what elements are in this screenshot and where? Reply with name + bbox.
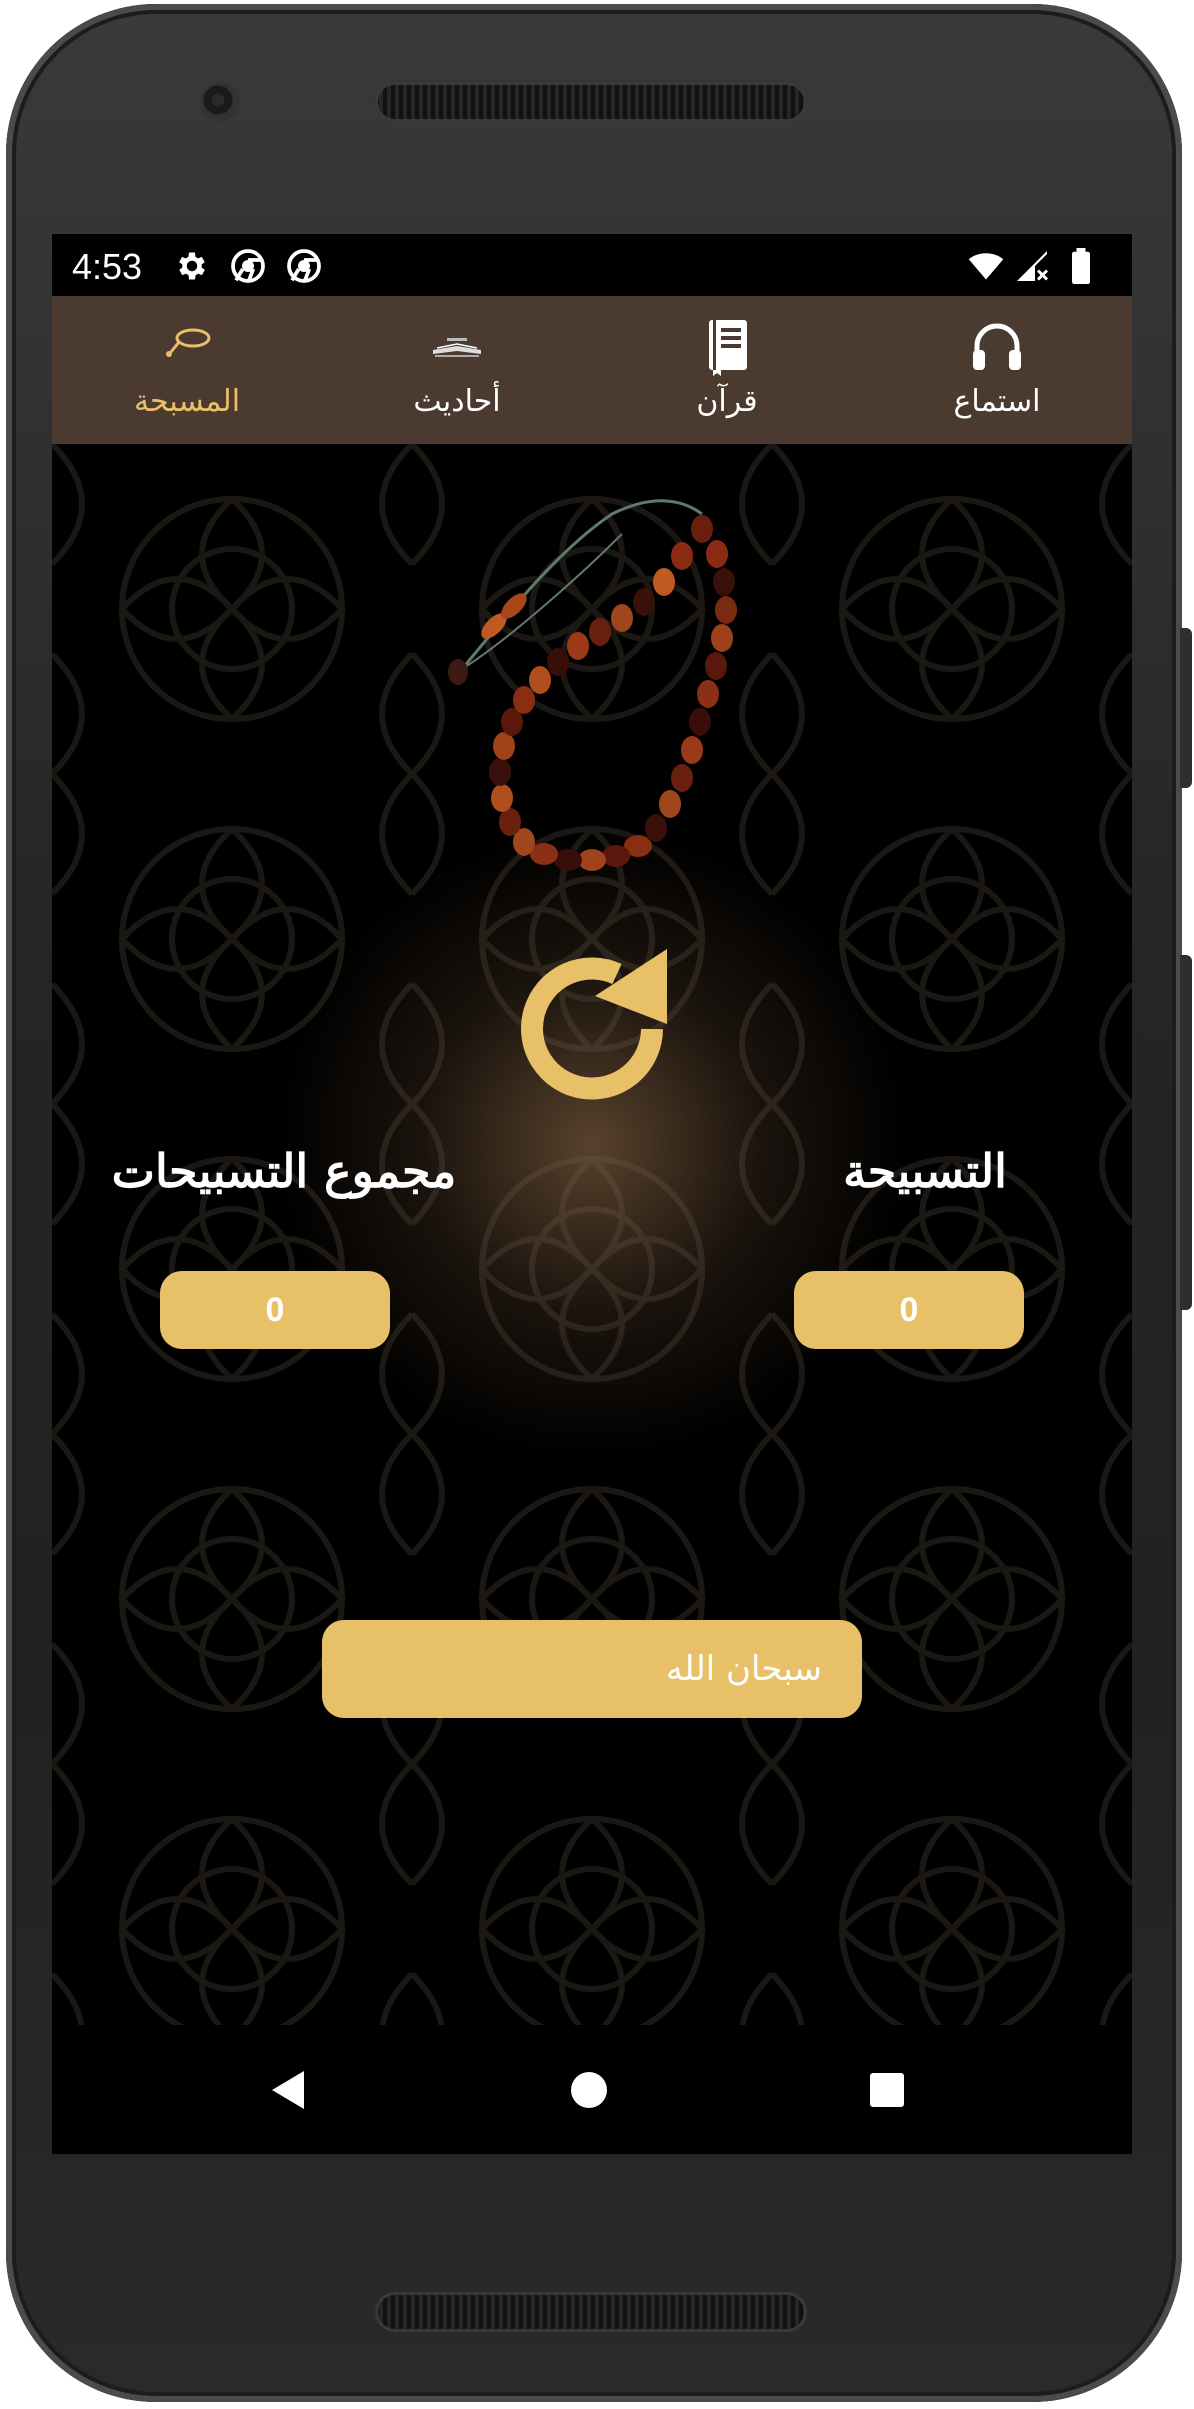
total-tasbih-label: مجموع التسبيحات [111,1144,457,1198]
tasbih-count-label: التسبيحة [843,1144,1007,1198]
tab-masbaha[interactable]: المسبحة [52,296,322,444]
refresh-icon[interactable] [507,944,677,1114]
tasbih-count-value: 0 [794,1271,1024,1349]
signal-no-data-icon [1017,251,1049,281]
chrome-icon [231,249,265,283]
masbaha-content: مجموع التسبيحات التسبيحة 0 0 سبحان الله [52,444,1132,2025]
bottom-speaker [375,2292,807,2332]
volume-button [1180,955,1192,1310]
open-book-icon [433,338,481,357]
tab-bar: المسبحة أحاديث قرآن استماع [52,296,1132,444]
status-bar: 4:53 [52,234,1132,296]
tasbih-button[interactable]: سبحان الله [322,1620,862,1718]
system-nav-bar [52,2025,1132,2154]
headphones-icon [973,323,1021,370]
screen: 4:53 المسبحة أحاديث قرآن استماع مجموع ال… [52,234,1132,2154]
tab-ahadith[interactable]: أحاديث [322,296,592,444]
gear-icon [179,252,205,280]
quran-book-icon [709,320,747,376]
back-icon[interactable] [264,2065,314,2115]
tab-label: استماع [953,384,1041,419]
front-camera [200,82,240,122]
prayer-beads-image [448,499,737,871]
prayer-beads-icon [166,328,211,357]
tab-label: قرآن [696,384,758,419]
status-time: 4:53 [72,246,143,287]
earpiece-speaker [375,82,807,122]
phone-frame: 4:53 المسبحة أحاديث قرآن استماع مجموع ال… [0,0,1194,2409]
home-icon[interactable] [564,2065,614,2115]
tab-label: أحاديث [413,384,501,419]
power-button [1180,628,1192,788]
chrome-icon [287,249,321,283]
total-tasbih-value: 0 [160,1271,390,1349]
tab-listen[interactable]: استماع [862,296,1132,444]
battery-icon [1072,248,1090,284]
recents-icon[interactable] [862,2065,912,2115]
tab-label: المسبحة [133,384,241,419]
tab-quran[interactable]: قرآن [592,296,862,444]
wifi-icon [968,253,1004,280]
